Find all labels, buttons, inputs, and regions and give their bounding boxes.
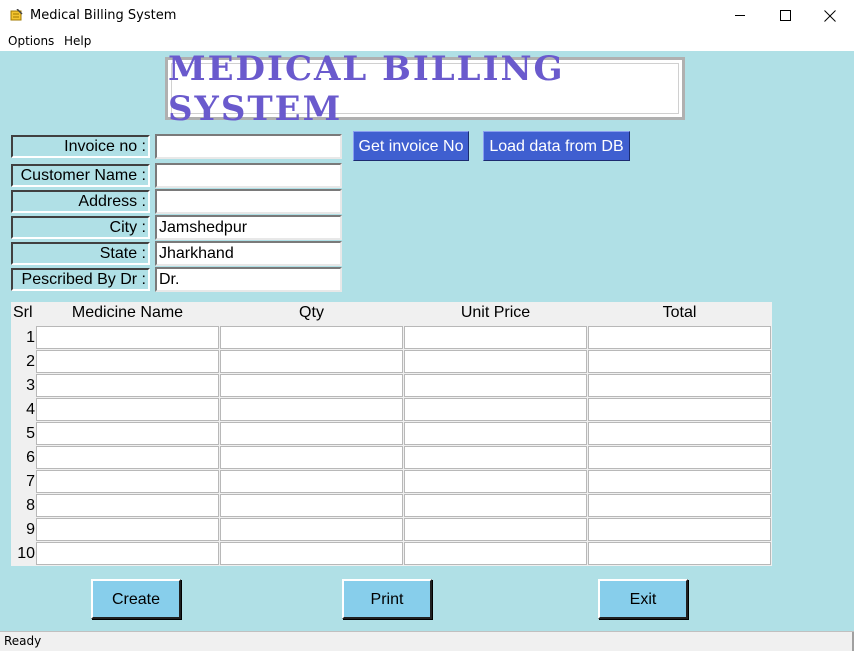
qty-cell[interactable] (220, 422, 403, 445)
row-number: 4 (26, 401, 35, 418)
col-header-qty: Qty (299, 304, 324, 321)
menu-options[interactable]: Options (8, 34, 54, 48)
title-bar: Medical Billing System (0, 0, 854, 31)
get-invoice-button[interactable]: Get invoice No (353, 131, 469, 161)
create-button[interactable]: Create (91, 579, 181, 619)
customer-name-label: Customer Name : (11, 164, 150, 187)
medicine-name-cell[interactable] (36, 374, 219, 397)
state-input[interactable]: Jharkhand (155, 241, 342, 266)
medicine-table: Srl Medicine Name Qty Unit Price Total 1… (11, 302, 772, 566)
unit-price-cell[interactable] (404, 542, 587, 565)
qty-cell[interactable] (220, 470, 403, 493)
print-button[interactable]: Print (342, 579, 432, 619)
customer-name-input[interactable] (155, 163, 342, 188)
medicine-name-cell[interactable] (36, 398, 219, 421)
total-cell[interactable] (588, 446, 771, 469)
total-cell[interactable] (588, 518, 771, 541)
row-number: 1 (26, 329, 35, 346)
total-cell[interactable] (588, 470, 771, 493)
unit-price-cell[interactable] (404, 422, 587, 445)
col-header-srl: Srl (13, 304, 33, 321)
window-title: Medical Billing System (30, 8, 177, 23)
qty-cell[interactable] (220, 350, 403, 373)
load-data-button[interactable]: Load data from DB (483, 131, 630, 161)
unit-price-cell[interactable] (404, 374, 587, 397)
unit-price-cell[interactable] (404, 518, 587, 541)
menu-help[interactable]: Help (64, 34, 91, 48)
row-number: 10 (17, 545, 35, 562)
address-input[interactable] (155, 189, 342, 214)
close-button[interactable] (807, 0, 853, 31)
banner-title: MEDICAL BILLING SYSTEM (168, 48, 565, 129)
unit-price-cell[interactable] (404, 398, 587, 421)
col-header-medicine-name: Medicine Name (71, 304, 184, 321)
main-panel: MEDICAL BILLING SYSTEM Invoice no : Cust… (0, 49, 854, 631)
qty-cell[interactable] (220, 374, 403, 397)
medicine-name-cell[interactable] (36, 518, 219, 541)
row-number: 9 (26, 521, 35, 538)
qty-cell[interactable] (220, 326, 403, 349)
medicine-name-cell[interactable] (36, 494, 219, 517)
qty-cell[interactable] (220, 518, 403, 541)
exit-button[interactable]: Exit (598, 579, 688, 619)
row-number: 7 (26, 473, 35, 490)
city-input[interactable]: Jamshedpur (155, 215, 342, 240)
medicine-name-cell[interactable] (36, 470, 219, 493)
title-banner: MEDICAL BILLING SYSTEM (165, 49, 685, 129)
total-cell[interactable] (588, 422, 771, 445)
unit-price-cell[interactable] (404, 494, 587, 517)
maximize-icon (779, 10, 791, 21)
minimize-button[interactable] (717, 0, 763, 31)
row-number: 5 (26, 425, 35, 442)
unit-price-cell[interactable] (404, 470, 587, 493)
row-number: 6 (26, 449, 35, 466)
minimize-icon (734, 15, 745, 16)
total-cell[interactable] (588, 542, 771, 565)
medicine-name-cell[interactable] (36, 542, 219, 565)
state-label: State : (11, 242, 150, 265)
status-text: Ready (4, 634, 42, 648)
total-cell[interactable] (588, 326, 771, 349)
total-cell[interactable] (588, 494, 771, 517)
prescribed-by-input[interactable]: Dr. (155, 267, 342, 292)
qty-cell[interactable] (220, 446, 403, 469)
qty-cell[interactable] (220, 398, 403, 421)
unit-price-cell[interactable] (404, 446, 587, 469)
total-cell[interactable] (588, 350, 771, 373)
close-icon (824, 9, 836, 22)
prescribed-by-label: Pescribed By Dr : (11, 268, 150, 291)
status-bar: Ready (0, 631, 854, 651)
medicine-name-cell[interactable] (36, 326, 219, 349)
medicine-name-cell[interactable] (36, 350, 219, 373)
row-number: 3 (26, 377, 35, 394)
maximize-button[interactable] (762, 0, 808, 31)
notepad-app-icon (10, 9, 23, 21)
city-label: City : (11, 216, 150, 239)
col-header-unit-price: Unit Price (460, 304, 531, 321)
unit-price-cell[interactable] (404, 326, 587, 349)
total-cell[interactable] (588, 374, 771, 397)
medicine-name-cell[interactable] (36, 446, 219, 469)
unit-price-cell[interactable] (404, 350, 587, 373)
qty-cell[interactable] (220, 542, 403, 565)
qty-cell[interactable] (220, 494, 403, 517)
row-number: 8 (26, 497, 35, 514)
row-number: 2 (26, 353, 35, 370)
invoice-no-label: Invoice no : (11, 135, 150, 158)
total-cell[interactable] (588, 398, 771, 421)
address-label: Address : (11, 190, 150, 213)
invoice-no-input[interactable] (155, 134, 342, 159)
col-header-total: Total (662, 304, 697, 321)
medicine-name-cell[interactable] (36, 422, 219, 445)
